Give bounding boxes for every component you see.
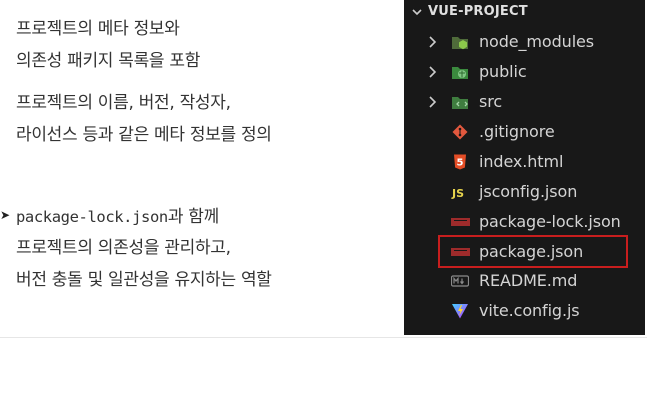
text-line: 의존성 패키지 목록을 포함	[16, 51, 201, 71]
chevron-down-icon	[412, 9, 422, 16]
text-line: 프로젝트의 메타 정보와	[16, 19, 180, 39]
file-explorer: VUE-PROJECT node_modules public src .git…	[404, 0, 645, 335]
svg-text:JS: JS	[451, 187, 464, 200]
folder-public-icon	[452, 67, 468, 79]
text-line: 프로젝트의 이름, 버전, 작성자,	[16, 93, 231, 113]
tree-item-label: .gitignore	[479, 122, 555, 141]
tree-item-public[interactable]: public	[404, 57, 645, 87]
npm-icon	[451, 218, 470, 226]
tree-item-label: README.md	[479, 271, 578, 290]
chevron-right-icon	[429, 36, 437, 48]
svg-text:5: 5	[457, 158, 464, 169]
tree-item-label: jsconfig.json	[479, 182, 578, 201]
tree-item-label: index.html	[479, 152, 564, 171]
bullet-arrow-icon: ➤	[0, 208, 11, 222]
markdown-icon	[451, 275, 469, 287]
tree-item-package-lock[interactable]: package-lock.json	[404, 207, 645, 237]
tree-item-vite-config[interactable]: vite.config.js	[404, 296, 645, 326]
text-line: 버전 충돌 및 일관성을 유지하는 역할	[16, 270, 272, 290]
package-lock-code: package-lock.json	[16, 208, 168, 226]
tree-item-index-html[interactable]: 5 index.html	[404, 147, 645, 177]
tree-item-jsconfig[interactable]: JS jsconfig.json	[404, 177, 645, 207]
lock-bullet-line: package-lock.json과 함께	[16, 205, 219, 229]
text-line: 라이선스 등과 같은 메타 정보를 정의	[16, 125, 272, 145]
tree-item-node-modules[interactable]: node_modules	[404, 27, 645, 57]
folder-node-icon	[452, 37, 468, 50]
tree-item-label: src	[479, 92, 503, 111]
tree-item-readme[interactable]: README.md	[404, 266, 645, 296]
tree-item-src[interactable]: src	[404, 87, 645, 117]
folder-src-icon	[452, 97, 468, 109]
explorer-header[interactable]: VUE-PROJECT	[404, 0, 645, 26]
text-line: 프로젝트의 의존성을 관리하고,	[16, 238, 231, 258]
tree-item-label: node_modules	[479, 32, 595, 51]
tree-item-label: public	[479, 62, 527, 81]
chevron-right-icon	[429, 96, 437, 108]
html5-icon: 5	[454, 154, 466, 170]
tree-item-gitignore[interactable]: .gitignore	[404, 117, 645, 147]
explorer-title: VUE-PROJECT	[428, 4, 528, 19]
package-json-highlight-box	[438, 235, 628, 268]
lock-bullet-suffix: 과 함께	[167, 207, 219, 227]
divider	[0, 337, 647, 338]
vite-icon	[452, 304, 468, 319]
js-icon: JS	[451, 187, 464, 200]
git-icon	[452, 124, 468, 140]
tree-item-label: package-lock.json	[479, 212, 621, 231]
chevron-right-icon	[429, 66, 437, 78]
tree-item-label: vite.config.js	[479, 301, 580, 320]
slide-text-panel: 프로젝트의 메타 정보와 의존성 패키지 목록을 포함 프로젝트의 이름, 버전…	[0, 0, 400, 340]
